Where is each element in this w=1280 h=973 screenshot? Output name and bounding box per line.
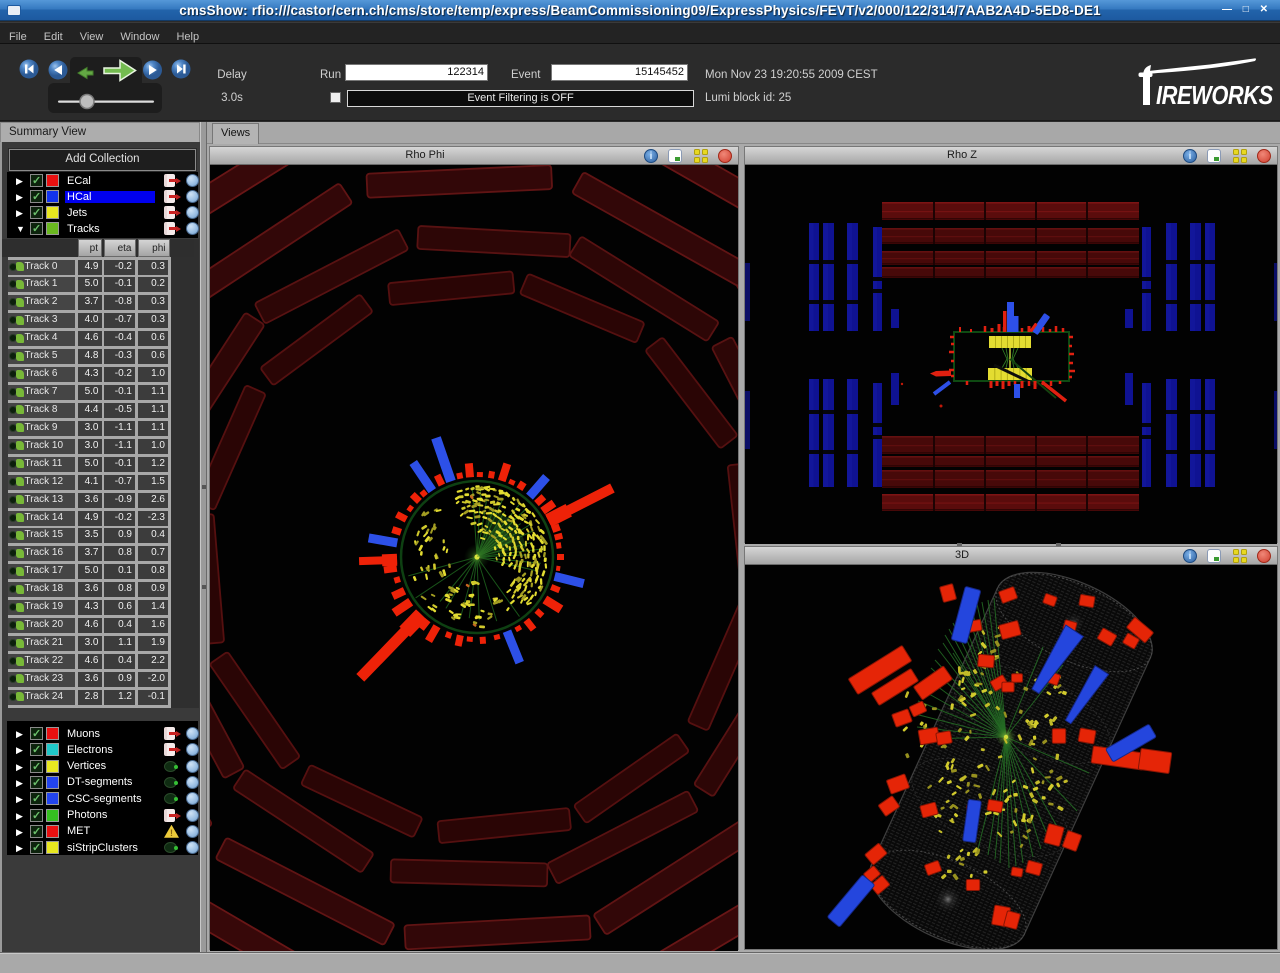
svg-text:IREWORKS: IREWORKS <box>1156 81 1273 110</box>
